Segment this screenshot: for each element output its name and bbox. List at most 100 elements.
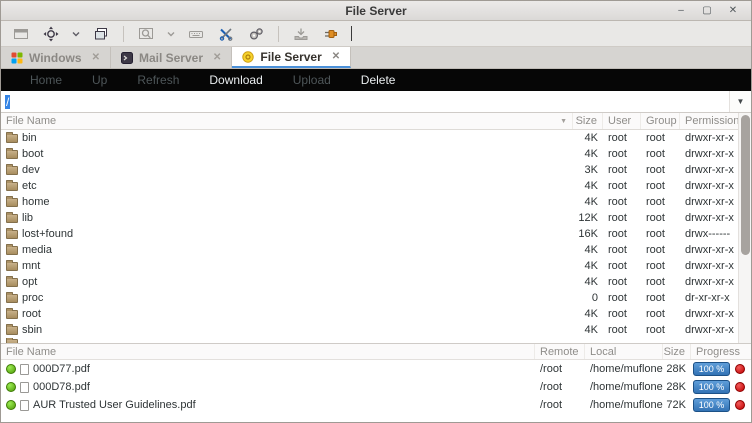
scale-mode-icon[interactable] [39, 23, 63, 45]
scale-dropdown-chevron[interactable] [69, 23, 83, 45]
file-group: root [641, 180, 680, 192]
file-row[interactable]: lost+found 16K root root drwx------ [1, 226, 738, 242]
column-local[interactable]: Local [585, 344, 663, 359]
terminal-icon [121, 52, 133, 64]
transfer-size: 72K [663, 399, 691, 411]
file-row[interactable]: opt 4K root root drwxr-xr-x [1, 274, 738, 290]
window-title: File Server [1, 4, 751, 18]
close-button[interactable]: ✕ [725, 4, 741, 18]
transfer-complete-status-icon [6, 400, 16, 410]
fullscreen-icon[interactable] [9, 23, 33, 45]
tab-close-icon[interactable]: ✕ [213, 52, 221, 63]
file-user: root [603, 228, 641, 240]
tab-mail-server[interactable]: Mail Server ✕ [111, 47, 232, 68]
file-row[interactable]: media 4K root root drwxr-xr-x [1, 242, 738, 258]
file-size: 4K [573, 132, 603, 144]
transfer-remote-path: /root [535, 363, 585, 375]
transfer-local-path: /home/muflone [585, 363, 663, 375]
folder-icon [6, 150, 18, 159]
sftp-folder-icon [242, 51, 254, 63]
column-remote[interactable]: Remote [535, 344, 585, 359]
up-button[interactable]: Up [77, 69, 122, 91]
magnifier-dropdown-chevron[interactable] [164, 23, 178, 45]
file-row[interactable]: lib 12K root root drwxr-xr-x [1, 210, 738, 226]
file-row[interactable]: proc 0 root root dr-xr-xr-x [1, 290, 738, 306]
download-button[interactable]: Download [194, 69, 277, 91]
file-size: 4K [573, 324, 603, 336]
path-input[interactable]: / [1, 91, 729, 112]
multi-monitor-icon[interactable] [89, 23, 113, 45]
file-group: root [641, 132, 680, 144]
file-permission: drwxr-xr-x [680, 244, 738, 256]
transfer-size: 28K [663, 363, 691, 375]
tab-close-icon[interactable]: ✕ [332, 51, 340, 62]
path-dropdown-button[interactable]: ▼ [729, 91, 751, 112]
file-group: root [641, 196, 680, 208]
column-group[interactable]: Group [641, 113, 680, 129]
file-name: media [22, 244, 52, 256]
tab-windows[interactable]: Windows ✕ [1, 47, 111, 68]
file-group: root [641, 308, 680, 320]
file-name: lost+found [22, 228, 73, 240]
preferences-gears-icon[interactable] [244, 23, 268, 45]
tab-close-icon[interactable]: ✕ [92, 52, 100, 63]
file-row[interactable]: root 4K root root drwxr-xr-x [1, 306, 738, 322]
folder-icon [6, 230, 18, 239]
path-bar: / ▼ [1, 91, 751, 113]
column-file-name[interactable]: File Name ▼ [1, 113, 573, 129]
file-permission: drwxr-xr-x [680, 132, 738, 144]
file-user: root [603, 180, 641, 192]
file-row[interactable]: sbin 4K root root drwxr-xr-x [1, 322, 738, 338]
tools-icon[interactable] [214, 23, 238, 45]
transfer-row[interactable]: 000D77.pdf /root /home/muflone 28K 100 % [1, 360, 751, 378]
disconnect-plug-icon[interactable] [319, 23, 343, 45]
transfer-local-path: /home/muflone [585, 399, 663, 411]
file-permission: drwxr-xr-x [680, 276, 738, 288]
file-row[interactable]: mnt 4K root root drwxr-xr-x [1, 258, 738, 274]
file-user: root [603, 212, 641, 224]
file-permission: drwx------ [680, 228, 738, 240]
file-row[interactable]: dev 3K root root drwxr-xr-x [1, 162, 738, 178]
transfer-row[interactable]: AUR Trusted User Guidelines.pdf /root /h… [1, 396, 751, 414]
file-row[interactable]: home 4K root root drwxr-xr-x [1, 194, 738, 210]
column-user[interactable]: User [603, 113, 641, 129]
keyboard-grab-icon[interactable] [184, 23, 208, 45]
column-progress[interactable]: Progress [691, 344, 751, 359]
vertical-scrollbar[interactable] [738, 113, 751, 343]
stop-status-icon [735, 382, 745, 392]
delete-button[interactable]: Delete [346, 69, 411, 91]
minimize-button[interactable]: – [673, 4, 689, 18]
file-size: 12K [573, 212, 603, 224]
column-transfer-file-name[interactable]: File Name [1, 344, 535, 359]
file-size: 4K [573, 308, 603, 320]
column-size[interactable]: Size [573, 113, 603, 129]
refresh-button[interactable]: Refresh [122, 69, 194, 91]
file-row[interactable]: boot 4K root root drwxr-xr-x [1, 146, 738, 162]
stop-status-icon [735, 400, 745, 410]
document-icon [20, 382, 29, 393]
remote-file-list-panel: File Name ▼ Size User Group Permission b… [1, 113, 751, 343]
file-name: opt [22, 276, 37, 288]
transfer-remote-path: /root [535, 399, 585, 411]
folder-icon [6, 246, 18, 255]
file-user: root [603, 308, 641, 320]
home-button[interactable]: Home [15, 69, 77, 91]
column-permission[interactable]: Permission [680, 113, 738, 129]
tab-file-server[interactable]: File Server ✕ [232, 47, 351, 68]
folder-icon [6, 214, 18, 223]
file-row[interactable]: etc 4K root root drwxr-xr-x [1, 178, 738, 194]
folder-icon [6, 339, 18, 343]
upload-button[interactable]: Upload [278, 69, 346, 91]
file-permission: drwxr-xr-x [680, 164, 738, 176]
magnifier-icon[interactable] [134, 23, 158, 45]
transfer-row[interactable]: 000D78.pdf /root /home/muflone 28K 100 % [1, 378, 751, 396]
folder-icon [6, 134, 18, 143]
folder-icon [6, 262, 18, 271]
screenshot-icon[interactable] [289, 23, 313, 45]
file-group: root [641, 148, 680, 160]
file-row[interactable]: bin 4K root root drwxr-xr-x [1, 130, 738, 146]
scrollbar-thumb[interactable] [741, 115, 750, 255]
file-user: root [603, 260, 641, 272]
maximize-button[interactable]: ▢ [699, 4, 715, 18]
column-transfer-size[interactable]: Size [663, 344, 691, 359]
